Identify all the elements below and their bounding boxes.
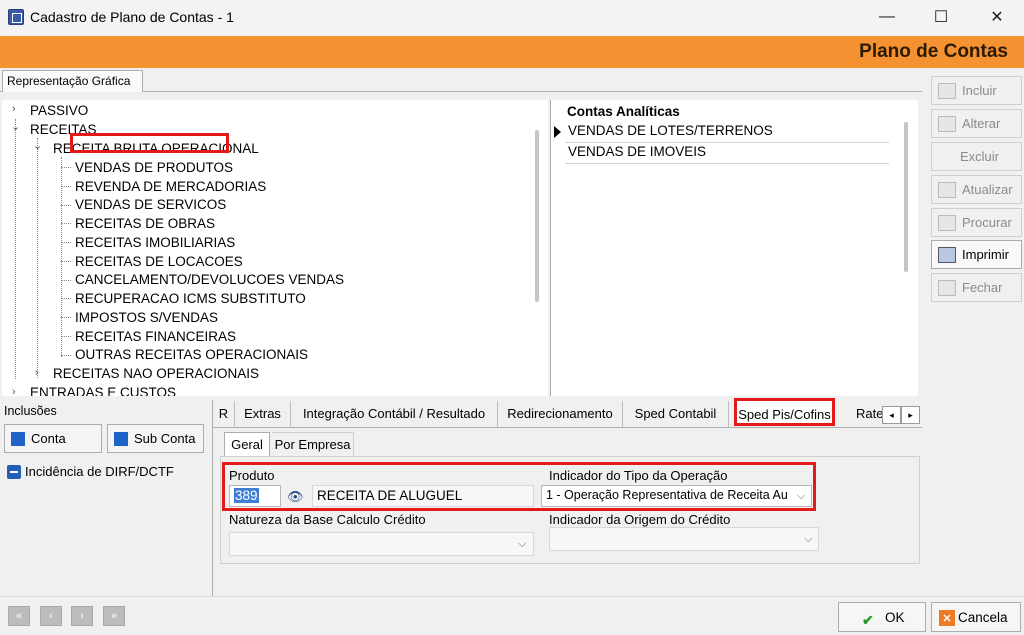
inclusoes-label: Inclusões	[4, 404, 57, 418]
tree-item[interactable]: RECEITAS FINANCEIRAS	[75, 327, 236, 346]
tree-item[interactable]: IMPOSTOS S/VENDAS	[75, 308, 218, 327]
page-title: Plano de Contas	[859, 41, 1008, 62]
grid-row[interactable]: VENDAS DE LOTES/TERRENOS	[565, 122, 889, 143]
incluir-button[interactable]: Incluir	[931, 76, 1022, 105]
subtab-geral[interactable]: Geral	[224, 432, 270, 456]
excluir-button[interactable]: Excluir	[931, 142, 1022, 171]
tab-rateio[interactable]: Rate	[840, 401, 882, 428]
tab-extras[interactable]: Extras	[235, 401, 291, 428]
imprimir-button[interactable]: Imprimir	[931, 240, 1022, 269]
tab-scroll: ◂ ▸	[882, 406, 920, 424]
tab-sped-contabil[interactable]: Sped Contabil	[623, 401, 729, 428]
tree-item[interactable]: CANCELAMENTO/DEVOLUCOES VENDAS	[75, 270, 344, 289]
highlight-box	[222, 462, 816, 511]
tree-item[interactable]: VENDAS DE SERVICOS	[75, 195, 226, 214]
natureza-select[interactable]	[229, 532, 534, 556]
tree-item-passivo[interactable]: PASSIVO	[30, 101, 88, 120]
tree-item[interactable]: RECEITAS DE LOCACOES	[75, 252, 243, 271]
window-title: Cadastro de Plano de Contas - 1	[30, 9, 234, 25]
tree-item-receitas-imobiliarias[interactable]: RECEITAS IMOBILIARIAS	[75, 233, 235, 252]
tree-scrollbar[interactable]	[535, 130, 539, 302]
tree-item[interactable]: RECUPERACAO ICMS SUBSTITUTO	[75, 289, 306, 308]
divider	[212, 400, 213, 596]
arrow-right-icon[interactable]: ▸	[901, 406, 920, 424]
fechar-button[interactable]: Fechar	[931, 273, 1022, 302]
check-icon: ✔	[862, 612, 874, 628]
alterar-button[interactable]: Alterar	[931, 109, 1022, 138]
prev-record-button[interactable]: ‹	[40, 606, 62, 626]
tab-representacao-grafica[interactable]: Representação Gráfica	[2, 70, 143, 92]
tree-item[interactable]: REVENDA DE MERCADORIAS	[75, 177, 266, 196]
ok-button[interactable]: OK	[838, 602, 926, 632]
procurar-button[interactable]: Procurar	[931, 208, 1022, 237]
document-icon	[938, 82, 956, 99]
printer-icon	[938, 246, 956, 263]
tree-item[interactable]: OUTRAS RECEITAS OPERACIONAIS	[75, 345, 308, 364]
tree-expander[interactable]: ⌄	[11, 120, 20, 133]
grid-row[interactable]: VENDAS DE IMOVEIS	[565, 143, 889, 164]
tree-expander[interactable]: ›	[35, 367, 39, 379]
row-indicator-icon	[554, 126, 561, 138]
header-band: Plano de Contas	[0, 36, 1024, 68]
edit-icon	[938, 115, 956, 132]
accounts-grid: Contas Analíticas VENDAS DE LOTES/TERREN…	[550, 100, 918, 396]
tab-sped-pis-cofins[interactable]: Sped Pis/Cofins	[734, 398, 835, 426]
tree-item[interactable]: VENDAS DE PRODUTOS	[75, 158, 233, 177]
next-record-button[interactable]: ›	[71, 606, 93, 626]
chevron-down-icon: ⌵	[518, 538, 527, 550]
add-icon	[11, 431, 25, 446]
tab-redirecionamento[interactable]: Redirecionamento	[498, 401, 623, 428]
close-button[interactable]: ✕	[974, 0, 1020, 34]
grid-scrollbar[interactable]	[904, 122, 908, 272]
highlight-box	[70, 133, 229, 153]
tree-item-receitas-nao-operacionais[interactable]: RECEITAS NAO OPERACIONAIS	[53, 364, 259, 383]
tab-r[interactable]: R	[213, 401, 235, 428]
arrow-left-icon[interactable]: ◂	[882, 406, 901, 424]
cancel-icon: ✕	[939, 610, 955, 626]
folder-icon	[938, 279, 956, 296]
app-icon	[8, 9, 24, 25]
subtab-por-empresa[interactable]: Por Empresa	[272, 432, 354, 456]
dirf-checkbox[interactable]	[7, 465, 21, 479]
tree-item-entradas[interactable]: ENTRADAS E CUSTOS	[30, 383, 176, 396]
tab-integracao-contabil[interactable]: Integração Contábil / Resultado	[291, 401, 498, 428]
grid-header: Contas Analíticas	[567, 104, 680, 119]
tree-expander[interactable]: ›	[12, 386, 16, 396]
tree-expander[interactable]: ›	[12, 103, 16, 115]
chevron-down-icon: ⌵	[804, 533, 813, 545]
last-record-button[interactable]: »	[103, 606, 125, 626]
tree-expander[interactable]: ⌄	[33, 139, 42, 152]
refresh-icon	[938, 181, 956, 198]
add-subconta-button[interactable]: Sub Conta	[107, 424, 204, 453]
indicador-origem-label: Indicador da Origem do Crédito	[549, 512, 731, 527]
tree-item[interactable]: RECEITAS DE OBRAS	[75, 214, 215, 233]
first-record-button[interactable]: «	[8, 606, 30, 626]
atualizar-button[interactable]: Atualizar	[931, 175, 1022, 204]
minimize-button[interactable]: —	[864, 0, 910, 34]
maximize-button[interactable]: ☐	[918, 0, 964, 34]
dirf-label: Incidência de DIRF/DCTF	[25, 464, 174, 479]
natureza-label: Natureza da Base Calculo Crédito	[229, 512, 426, 527]
indicador-origem-select[interactable]	[549, 527, 819, 551]
add-sub-icon	[114, 431, 128, 446]
binoculars-icon	[938, 214, 956, 231]
add-conta-button[interactable]: Conta	[4, 424, 102, 453]
